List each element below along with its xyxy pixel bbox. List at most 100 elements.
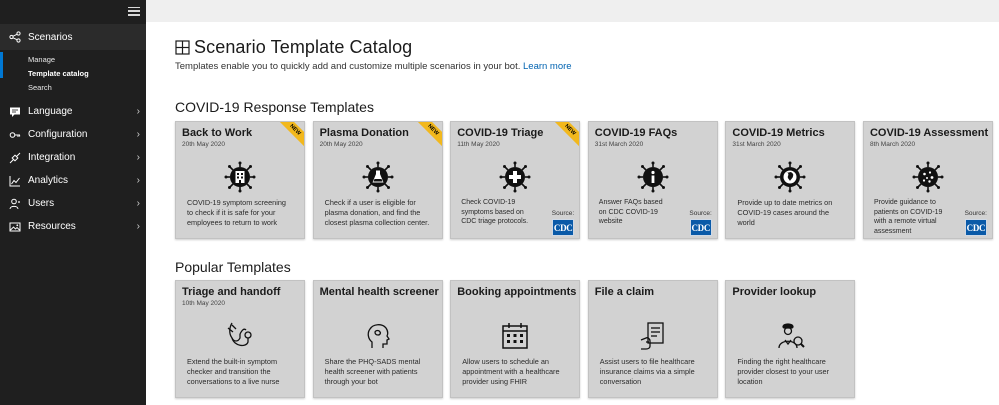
sidebar-item-configuration[interactable]: Configuration › [0, 123, 146, 146]
chevron-right-icon: › [136, 152, 140, 163]
card-title: Triage and handoff [182, 286, 281, 298]
template-card-booking-appointments[interactable]: Booking appointments Allow users to sche… [450, 280, 581, 398]
subtitle-text: Templates enable you to quickly add and … [175, 61, 521, 72]
new-badge: NEW [274, 122, 304, 151]
cdc-logo: CDC [552, 219, 575, 236]
submenu-item-template-catalog[interactable]: Template catalog [0, 66, 146, 80]
stethoscope-icon [224, 320, 256, 352]
template-card-triage-handoff[interactable]: Triage and handoff 10th May 2020 Extend … [175, 280, 305, 398]
chevron-right-icon: › [136, 198, 140, 209]
badge-text: NEW [425, 123, 440, 137]
sidebar-item-label: Scenarios [28, 31, 73, 43]
cdc-logo-text: CDC [966, 222, 986, 233]
new-badge: NEW [549, 122, 580, 151]
template-card-provider-lookup[interactable]: Provider lookup Finding the right health… [725, 280, 856, 398]
popular-cards: Triage and handoff 10th May 2020 Extend … [175, 280, 863, 398]
card-description: Check if a user is eligible for plasma d… [324, 198, 430, 227]
template-card-plasma-donation[interactable]: Plasma Donation 20th May 2020 NEW Check … [312, 121, 443, 239]
source-label: Source: [551, 210, 575, 217]
user-icon [9, 198, 21, 210]
learn-more-link[interactable]: Learn more [523, 61, 572, 72]
chevron-right-icon: › [136, 106, 140, 117]
page-subtitle: Templates enable you to quickly add and … [175, 61, 999, 72]
title-row: Scenario Template Catalog [175, 36, 999, 58]
card-date: 20th May 2020 [319, 141, 363, 148]
virus-icon [912, 161, 944, 193]
head-profile-icon [362, 320, 394, 352]
card-date: 8th March 2020 [869, 141, 916, 148]
card-title: Plasma Donation [319, 127, 409, 139]
top-bar [146, 0, 999, 22]
cdc-logo: CDC [689, 219, 712, 236]
line-chart-icon [9, 175, 21, 187]
card-title: COVID-19 Metrics [732, 127, 825, 139]
template-card-covid-faqs[interactable]: COVID-19 FAQs 31st March 2020 Answer FAQ… [587, 121, 718, 239]
scenarios-submenu: Manage Template catalog Search [0, 50, 146, 100]
card-date: 10th May 2020 [182, 300, 226, 307]
template-card-mental-health-screener[interactable]: Mental health screener Share the PHQ-SAD… [312, 280, 443, 398]
card-description: Answer FAQs based on CDC COVID-19 websit… [598, 199, 663, 225]
share-nodes-icon [9, 31, 21, 43]
card-description: Extend the built-in symptom checker and … [187, 357, 280, 386]
card-title: COVID-19 Triage [457, 127, 544, 139]
sidebar-item-label: Integration [28, 152, 76, 163]
calendar-icon [499, 320, 531, 352]
cdc-logo-text: CDC [691, 222, 711, 233]
badge-text: NEW [288, 123, 302, 137]
card-title: Mental health screener [319, 286, 439, 298]
building-virus-icon [224, 161, 256, 193]
hand-document-icon [637, 320, 669, 352]
covid-section-title: COVID-19 Response Templates [175, 99, 374, 115]
card-title: Booking appointments [457, 286, 577, 298]
card-date: 20th May 2020 [182, 141, 226, 148]
sidebar-item-label: Configuration [28, 129, 88, 140]
sidebar-item-label: Resources [28, 221, 76, 232]
template-card-file-a-claim[interactable]: File a claim Assist users to file health… [587, 280, 718, 398]
card-date: 11th May 2020 [457, 141, 500, 148]
doctor-search-icon [774, 320, 806, 352]
popular-section-title: Popular Templates [175, 259, 291, 275]
card-description: Provide up to date metrics on COVID-19 c… [737, 198, 833, 227]
badge-text: NEW [563, 123, 577, 137]
sidebar-item-users[interactable]: Users › [0, 192, 146, 215]
sidebar-item-resources[interactable]: Resources › [0, 215, 146, 238]
flask-virus-icon [362, 161, 394, 193]
covid-cards: Back to Work 20th May 2020 NEW COVID-19 … [175, 121, 999, 239]
new-badge: NEW [412, 122, 442, 151]
card-date: 31st March 2020 [732, 141, 781, 148]
info-virus-icon [637, 161, 669, 193]
plug-icon [9, 152, 21, 164]
chevron-right-icon: › [136, 175, 140, 186]
card-description: Finding the right healthcare provider cl… [737, 357, 830, 386]
card-description: Assist users to file healthcare insuranc… [599, 357, 695, 386]
sidebar-item-language[interactable]: Language › [0, 100, 146, 123]
cdc-logo: CDC [964, 219, 987, 236]
grid-icon [175, 39, 190, 55]
template-card-covid-triage[interactable]: COVID-19 Triage 11th May 2020 NEW Check … [450, 121, 581, 239]
sidebar-item-label: Language [28, 106, 73, 117]
card-description: COVID-19 symptom screening to check if i… [187, 198, 286, 227]
template-card-covid-metrics[interactable]: COVID-19 Metrics 31st March 2020 Provide… [725, 121, 856, 239]
sidebar: Scenarios Manage Template catalog Search… [0, 0, 146, 405]
chevron-right-icon: › [136, 221, 140, 232]
card-description: Check COVID-19 symptoms based on CDC tri… [461, 199, 529, 225]
key-icon [9, 129, 21, 141]
speech-bubble-icon [9, 106, 21, 118]
sidebar-item-integration[interactable]: Integration › [0, 146, 146, 169]
chevron-right-icon: › [136, 129, 140, 140]
sidebar-item-label: Users [28, 198, 55, 209]
medical-cross-virus-icon [499, 161, 531, 193]
sidebar-item-scenarios[interactable]: Scenarios [0, 24, 146, 50]
hamburger-menu-icon[interactable] [128, 6, 140, 16]
template-card-back-to-work[interactable]: Back to Work 20th May 2020 NEW COVID-19 … [175, 121, 305, 239]
card-title: Provider lookup [732, 286, 817, 298]
template-card-covid-assessment[interactable]: COVID-19 Assessment 8th March 2020 Provi… [862, 121, 993, 239]
submenu-item-search[interactable]: Search [0, 80, 146, 94]
globe-virus-icon [774, 161, 806, 193]
active-indicator [0, 52, 3, 78]
sidebar-item-analytics[interactable]: Analytics › [0, 169, 146, 192]
submenu-item-manage[interactable]: Manage [0, 52, 146, 66]
page-title: Scenario Template Catalog [194, 36, 413, 57]
card-date: 31st March 2020 [594, 141, 644, 148]
card-title: File a claim [594, 286, 655, 298]
